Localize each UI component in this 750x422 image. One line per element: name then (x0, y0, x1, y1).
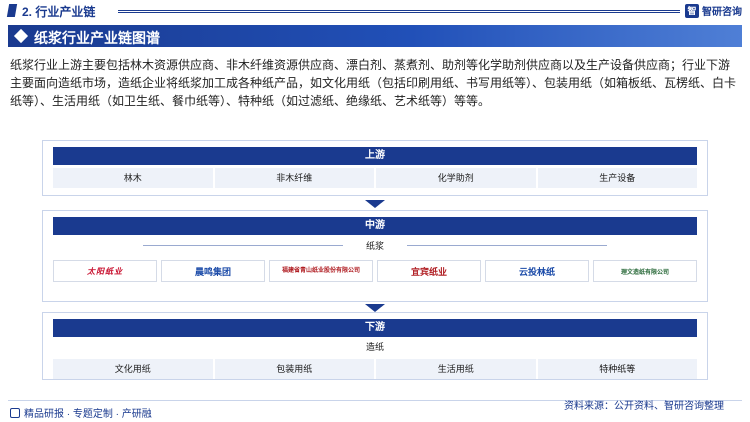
brand-logo: 智 智研咨询 (685, 3, 742, 18)
arrow-down-icon (365, 200, 385, 208)
section-title: 2. 行业产业链 (22, 5, 96, 19)
title-banner: 纸浆行业产业链图谱 (8, 25, 742, 47)
downstream-section: 下游 造纸 文化用纸 包装用纸 生活用纸 特种纸等 (42, 312, 708, 380)
downstream-items: 文化用纸 包装用纸 生活用纸 特种纸等 (53, 359, 697, 379)
description-paragraph: 纸浆行业上游主要包括林木资源供应商、非木纤维资源供应商、漂白剂、蒸煮剂、助剂等化… (10, 58, 737, 108)
downstream-header: 下游 (53, 319, 697, 337)
midstream-label-text: 纸浆 (365, 241, 384, 251)
brand-name: 智研咨询 (702, 7, 742, 18)
downstream-label-text: 造纸 (365, 342, 384, 352)
company-name: 理文造纸有限公司 (620, 269, 669, 276)
top-bar: 2. 行业产业链 智 智研咨询 (0, 0, 750, 22)
report-icon (10, 407, 20, 418)
downstream-item: 特种纸等 (537, 359, 697, 379)
upstream-section: 上游 林木 非木纤维 化学助剂 生产设备 (42, 140, 708, 196)
data-source: 资料来源：公开资料、智研咨询整理 (564, 401, 724, 412)
downstream-label: 造纸 (53, 340, 697, 354)
upstream-item: 生产设备 (537, 168, 697, 188)
diamond-icon (13, 28, 29, 44)
company-name: 福建省青山纸业股份有限公司 (281, 267, 360, 274)
downstream-item: 包装用纸 (214, 359, 374, 379)
company-logo-yuntou: 云投林纸 (485, 260, 589, 282)
company-name: 太阳纸业 (87, 266, 123, 276)
upstream-item: 化学助剂 (376, 168, 536, 188)
company-name: 云投林纸 (518, 266, 555, 277)
arrow-down-icon (365, 304, 385, 312)
header-divider (118, 10, 680, 13)
company-logo-sun-paper: 太阳纸业 (53, 260, 157, 282)
brand-mark-icon: 智 (685, 3, 699, 18)
upstream-items: 林木 非木纤维 化学助剂 生产设备 (53, 168, 697, 188)
company-name: 晨鸣集团 (194, 266, 231, 277)
company-logo-lee-man: 理文造纸有限公司 (593, 260, 697, 282)
midstream-label: 纸浆 (53, 239, 697, 253)
footer-tagline-text: 精品研报 · 专题定制 · 产研融 (24, 409, 152, 420)
section-marker (6, 4, 18, 17)
company-logos: 太阳纸业 晨鸣集团 福建省青山纸业股份有限公司 宜宾纸业 云投林纸 理文造纸有限… (53, 260, 697, 282)
upstream-header: 上游 (53, 147, 697, 165)
midstream-header: 中游 (53, 217, 697, 235)
company-logo-chenming: 晨鸣集团 (161, 260, 265, 282)
divider (143, 245, 343, 246)
downstream-item: 文化用纸 (53, 359, 213, 379)
divider (407, 245, 607, 246)
midstream-section: 中游 纸浆 太阳纸业 晨鸣集团 福建省青山纸业股份有限公司 宜宾纸业 云投林纸 … (42, 210, 708, 302)
footer-tagline: 精品研报 · 专题定制 · 产研融 (10, 405, 152, 420)
upstream-item: 非木纤维 (214, 168, 374, 188)
upstream-item: 林木 (53, 168, 213, 188)
company-logo-yibin: 宜宾纸业 (377, 260, 481, 282)
downstream-item: 生活用纸 (376, 359, 536, 379)
company-name: 宜宾纸业 (410, 266, 447, 277)
company-logo-qingshan: 福建省青山纸业股份有限公司 (269, 260, 373, 282)
page-title: 纸浆行业产业链图谱 (34, 30, 160, 46)
